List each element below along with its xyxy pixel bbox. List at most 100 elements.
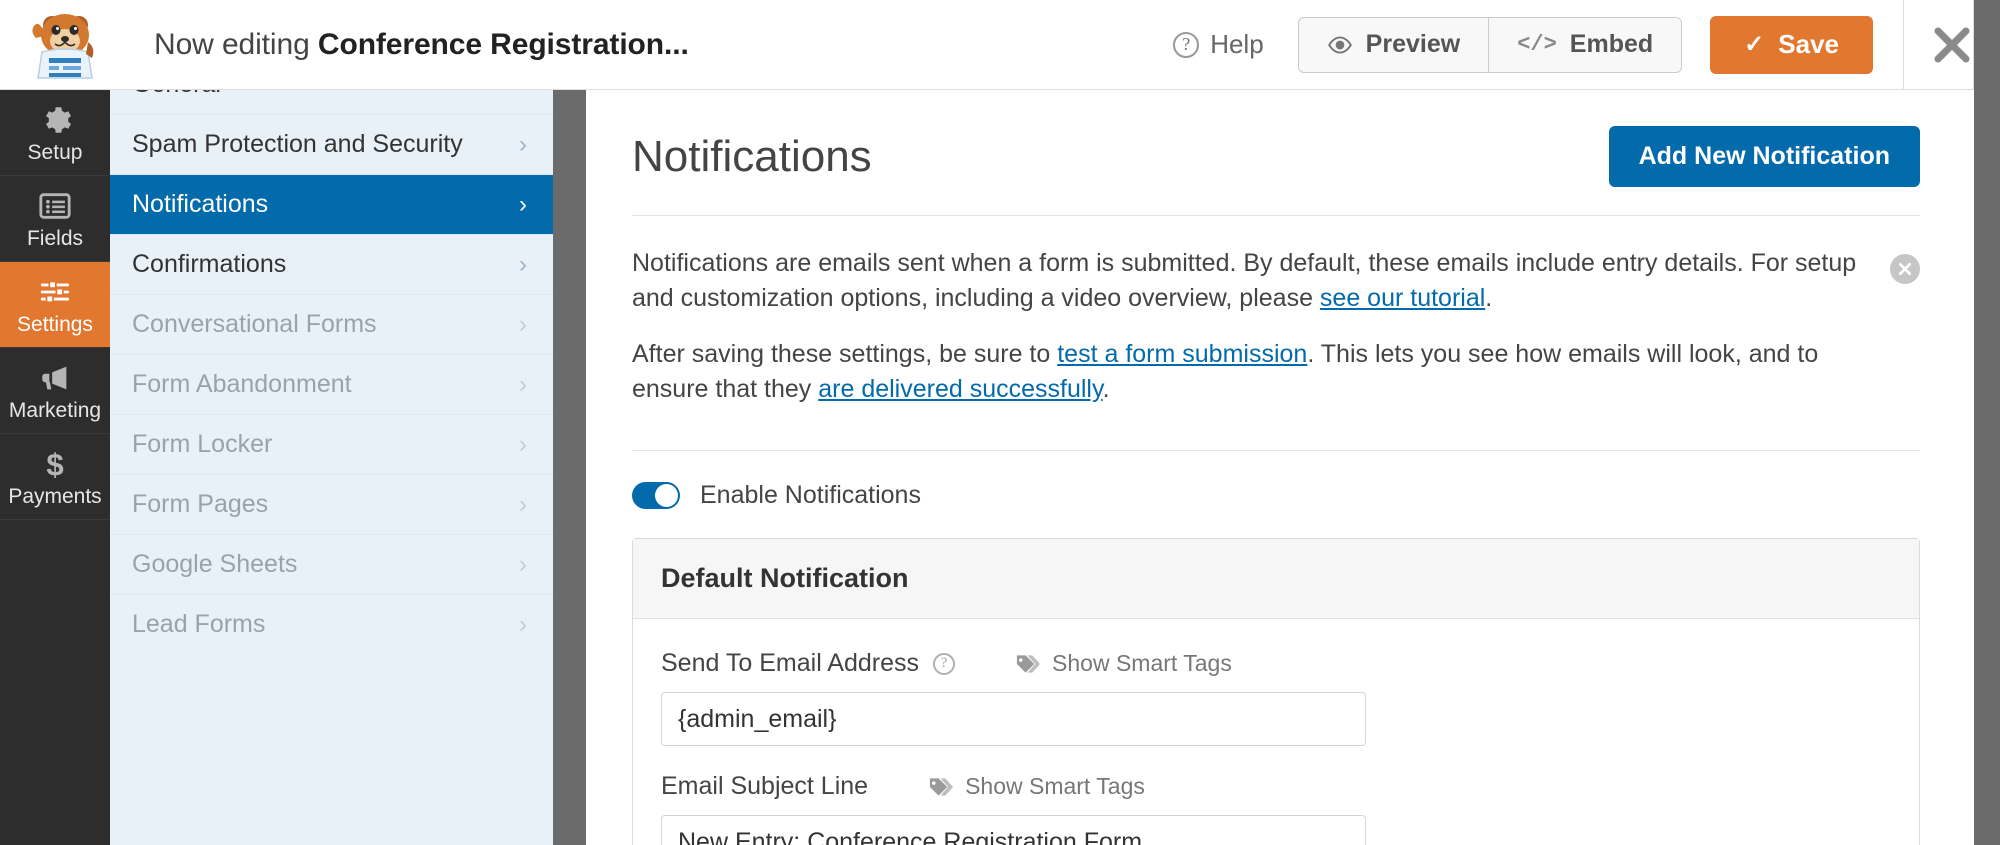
settings-panel-scrollbar[interactable] — [553, 90, 586, 845]
save-label: Save — [1778, 29, 1839, 60]
settings-item-lead-forms[interactable]: Lead Forms › — [110, 594, 553, 654]
enable-notifications-toggle[interactable] — [632, 482, 680, 509]
rail-item-marketing[interactable]: Marketing — [0, 348, 110, 434]
page-title: Notifications — [632, 132, 872, 182]
show-smart-tags-label: Show Smart Tags — [965, 773, 1145, 800]
svg-text:$: $ — [46, 447, 63, 481]
settings-item-label: Notifications — [132, 190, 268, 219]
test-a-form-submission-link[interactable]: test a form submission — [1057, 340, 1307, 368]
rail-item-setup[interactable]: Setup — [0, 90, 110, 176]
settings-item-label: Conversational Forms — [132, 310, 377, 339]
settings-item-label: Confirmations — [132, 250, 286, 279]
chevron-right-icon: › — [519, 553, 527, 577]
close-icon — [1931, 24, 1973, 66]
settings-item-form-locker[interactable]: Form Locker › — [110, 414, 553, 474]
settings-item-label: Lead Forms — [132, 610, 265, 639]
eye-icon — [1327, 32, 1353, 58]
preview-button[interactable]: Preview — [1299, 18, 1489, 72]
notice-p2-text-a: After saving these settings, be sure to — [632, 340, 1057, 368]
save-button[interactable]: ✓ Save — [1710, 16, 1873, 74]
notice-paragraph-1: Notifications are emails sent when a for… — [632, 246, 1860, 315]
embed-label: Embed — [1570, 30, 1653, 59]
rail-item-payments[interactable]: $ Payments — [0, 434, 110, 520]
editing-title: Now editing Conference Registration... — [154, 28, 689, 62]
settings-item-label: Form Abandonment — [132, 370, 352, 399]
close-circle-icon — [1897, 261, 1913, 277]
send-to-email-label-row: Send To Email Address ? Show Smart Tags — [661, 649, 1891, 678]
chevron-right-icon: › — [519, 613, 527, 637]
show-smart-tags-label: Show Smart Tags — [1052, 650, 1232, 677]
rail-label-fields: Fields — [27, 228, 83, 249]
preview-label: Preview — [1366, 30, 1461, 59]
rail-item-settings[interactable]: Settings — [0, 262, 110, 348]
settings-item-conversational-forms[interactable]: Conversational Forms › — [110, 294, 553, 354]
rail-label-setup: Setup — [28, 142, 83, 163]
builder-nav-rail: Setup Fields — [0, 90, 110, 845]
settings-item-notifications[interactable]: Notifications › — [110, 174, 553, 234]
settings-item-general[interactable]: General › — [110, 90, 553, 114]
settings-item-label: General — [132, 90, 221, 99]
notice-p2-text-c: . — [1103, 375, 1110, 403]
top-bar: Now editing Conference Registration... ?… — [0, 0, 2000, 90]
chevron-right-icon: › — [519, 253, 527, 277]
form-name: Conference Registration... — [318, 28, 689, 61]
chevron-right-icon: › — [519, 133, 527, 157]
email-subject-input[interactable]: New Entry: Conference Registration Form — [661, 815, 1366, 845]
tag-icon — [928, 776, 953, 798]
embed-button[interactable]: </> Embed — [1488, 18, 1681, 72]
settings-item-spam-protection-and-security[interactable]: Spam Protection and Security › — [110, 114, 553, 174]
chevron-right-icon: › — [519, 193, 527, 217]
enable-notifications-row: Enable Notifications — [632, 451, 1920, 538]
dollar-icon: $ — [38, 447, 72, 481]
settings-panel-list: General › Spam Protection and Security ›… — [110, 90, 553, 654]
sliders-icon — [38, 275, 72, 309]
show-smart-tags-send-to-email[interactable]: Show Smart Tags — [1015, 650, 1232, 677]
help-label: Help — [1210, 29, 1263, 60]
chevron-right-icon: › — [519, 90, 527, 96]
question-mark-icon: ? — [1173, 32, 1199, 58]
are-delivered-successfully-link[interactable]: are delivered successfully — [818, 375, 1102, 403]
settings-item-label: Form Pages — [132, 490, 268, 519]
settings-item-google-sheets[interactable]: Google Sheets › — [110, 534, 553, 594]
settings-item-confirmations[interactable]: Confirmations › — [110, 234, 553, 294]
settings-item-form-abandonment[interactable]: Form Abandonment › — [110, 354, 553, 414]
show-smart-tags-email-subject[interactable]: Show Smart Tags — [928, 773, 1145, 800]
email-subject-label-row: Email Subject Line Show Smart Tags — [661, 772, 1891, 801]
default-notification-title: Default Notification — [633, 539, 1919, 619]
settings-panel: General › Spam Protection and Security ›… — [110, 90, 553, 845]
mascot-icon — [22, 8, 106, 82]
code-brackets-icon: </> — [1517, 32, 1557, 57]
notifications-info-notice: Notifications are emails sent when a for… — [632, 216, 1920, 422]
preview-embed-group: Preview </> Embed — [1298, 17, 1682, 73]
settings-item-form-pages[interactable]: Form Pages › — [110, 474, 553, 534]
send-to-email-field-group: Send To Email Address ? Show Smart Tags — [661, 649, 1891, 746]
tag-icon — [1015, 653, 1040, 675]
notifications-settings-pane: Notifications Add New Notification Notif… — [586, 90, 1974, 845]
help-tooltip-icon[interactable]: ? — [933, 653, 955, 675]
gear-icon — [38, 103, 72, 137]
list-icon — [38, 189, 72, 223]
enable-notifications-label: Enable Notifications — [700, 481, 921, 510]
default-notification-card: Default Notification Send To Email Addre… — [632, 538, 1920, 845]
see-our-tutorial-link[interactable]: see our tutorial — [1320, 284, 1485, 312]
notice-paragraph-2: After saving these settings, be sure to … — [632, 337, 1860, 406]
editing-prefix: Now editing — [154, 28, 310, 61]
notifications-header: Notifications Add New Notification — [632, 90, 1920, 215]
dismiss-notice-button[interactable] — [1890, 254, 1920, 284]
top-bar-actions: ? Help Preview </> Embed ✓ Save — [1173, 0, 2000, 90]
wpforms-logo — [0, 0, 128, 90]
settings-item-label: Form Locker — [132, 430, 272, 459]
send-to-email-input[interactable]: {admin_email} — [661, 692, 1366, 746]
email-subject-label: Email Subject Line — [661, 772, 868, 801]
add-new-notification-button[interactable]: Add New Notification — [1609, 126, 1920, 187]
rail-label-marketing: Marketing — [9, 400, 101, 421]
form-builder-app: Now editing Conference Registration... ?… — [0, 0, 2000, 845]
settings-item-label: Google Sheets — [132, 550, 297, 579]
help-button[interactable]: ? Help — [1173, 29, 1263, 60]
rail-label-payments: Payments — [8, 486, 101, 507]
rail-item-fields[interactable]: Fields — [0, 176, 110, 262]
chevron-right-icon: › — [519, 493, 527, 517]
chevron-right-icon: › — [519, 433, 527, 457]
page-scrollbar[interactable] — [1974, 0, 2000, 845]
chevron-right-icon: › — [519, 313, 527, 337]
